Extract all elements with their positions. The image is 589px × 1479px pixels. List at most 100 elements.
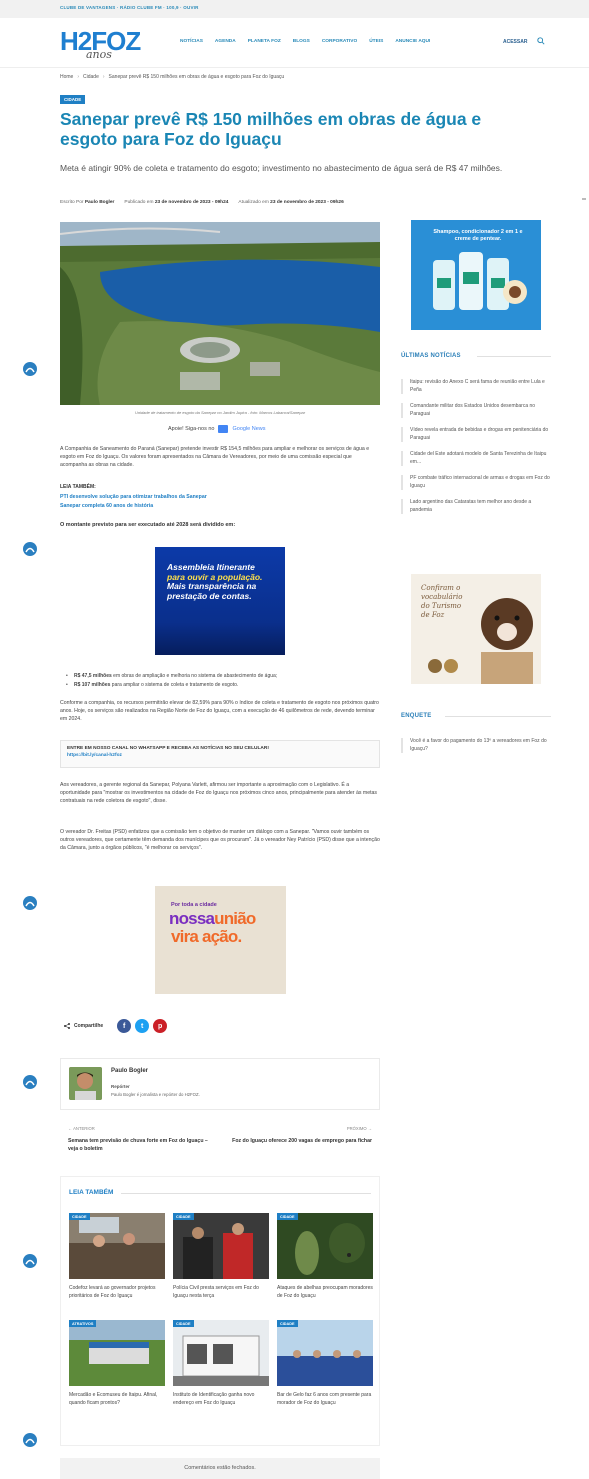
chat-bubble-icon[interactable]	[22, 1432, 38, 1448]
related-card[interactable]: ATRATIVOS Mercadão e Ecomuseu de Itaipu.…	[69, 1320, 165, 1407]
divider	[477, 356, 551, 357]
ad-text: Mais transparência na	[167, 581, 257, 591]
ad-banner-assembleia[interactable]: Assembleia Itinerante para ouvir a popul…	[155, 547, 285, 655]
facebook-icon[interactable]: f	[117, 1019, 132, 1033]
latest-news-item[interactable]: PF combate tráfico internacional de arma…	[401, 475, 551, 490]
logo-subtext: anos	[86, 48, 112, 61]
next-label: PRÓXIMO →	[346, 1126, 372, 1131]
related-card[interactable]: CIDADE Polícia Civil presta serviços em …	[173, 1213, 269, 1300]
leia-tambem-link[interactable]: Sanepar completa 60 anos de história	[60, 503, 153, 509]
category-badge[interactable]: CIDADE	[60, 95, 86, 104]
search-icon[interactable]	[537, 37, 545, 45]
breadcrumb-separator: ›	[77, 74, 80, 80]
related-thumbnail[interactable]: CIDADE	[69, 1213, 165, 1279]
article-hero-image	[60, 222, 380, 405]
author-role: Repórter	[111, 1084, 130, 1089]
related-thumbnail[interactable]: CIDADE	[277, 1320, 373, 1386]
google-news-icon	[218, 425, 229, 433]
scroll-indicator[interactable]	[582, 198, 586, 200]
related-title[interactable]: Instituto de Identificação ganha novo en…	[173, 1392, 269, 1407]
latest-news-item[interactable]: Comandante militar dos Estados Unidos de…	[401, 403, 551, 418]
chat-bubble-icon[interactable]	[22, 1074, 38, 1090]
pinterest-icon[interactable]: p	[153, 1019, 168, 1033]
related-title[interactable]: Codefoz levará ao governador projetos pr…	[69, 1285, 165, 1300]
article-title: Sanepar prevê R$ 150 milhões em obras de…	[60, 109, 482, 149]
article-paragraph: Aos vereadores, a gerente regional da Sa…	[60, 782, 378, 804]
related-card[interactable]: CIDADE Bar de Gelo faz 6 anos com presen…	[277, 1320, 373, 1407]
leia-tambem-label: LEIA TAMBÉM:	[60, 484, 96, 490]
site-header: H2FOZ anos NOTÍCIAS AGENDA PLANETA FOZ B…	[0, 18, 589, 68]
nav-item-planeta-foz[interactable]: PLANETA FOZ	[248, 39, 281, 44]
ad-banner-nossa-uniao[interactable]: Por toda a cidade nossaunião vira ação.	[155, 886, 286, 994]
related-title[interactable]: Ataques de abelhas preocupam moradores d…	[277, 1285, 373, 1300]
author-avatar[interactable]	[69, 1067, 102, 1100]
top-bar: CLUBE DE VANTAGENS · RÁDIO CLUBE FM · 10…	[0, 0, 589, 18]
whatsapp-callout-text: ENTRE EM NOSSO CANAL NO WHATSAPP E RECEB…	[67, 746, 269, 751]
breadcrumb-current: Sanepar prevê R$ 150 milhões em obras de…	[108, 74, 285, 80]
author-name[interactable]: Paulo Bogler	[111, 1068, 148, 1074]
prev-post-link[interactable]: Semana tem previsão de chuva forte em Fo…	[68, 1137, 218, 1153]
ad-text: nossaunião	[169, 909, 256, 928]
related-card[interactable]: CIDADE Instituto de Identificação ganha …	[173, 1320, 269, 1407]
related-title[interactable]: Bar de Gelo faz 6 anos com presente para…	[277, 1392, 373, 1407]
related-card[interactable]: CIDADE Codefoz levará ao governador proj…	[69, 1213, 165, 1300]
article-paragraph: O vereador Dr. Freitas (PSD) enfatizou q…	[60, 829, 380, 851]
chat-bubble-icon[interactable]	[22, 895, 38, 911]
top-bar-links[interactable]: CLUBE DE VANTAGENS · RÁDIO CLUBE FM · 10…	[60, 5, 199, 10]
poll: Você é a favor do pagamento do 13º a ver…	[401, 738, 551, 753]
google-news-follow[interactable]: Apoie! Siga-nos no Google News	[168, 425, 266, 433]
chat-bubble-icon[interactable]	[22, 361, 38, 377]
related-thumbnail[interactable]: CIDADE	[277, 1213, 373, 1279]
ad-text: prestação de contas.	[167, 590, 252, 601]
nav-item-agenda[interactable]: AGENDA	[215, 39, 236, 44]
sidebar-ad-turismo[interactable]: Confiram o vocabulário do Turismo de Foz	[411, 574, 541, 684]
related-badge[interactable]: ATRATIVOS	[69, 1320, 97, 1327]
nav-item-corporativo[interactable]: CORPORATIVO	[322, 39, 357, 44]
related-badge[interactable]: CIDADE	[69, 1213, 90, 1220]
breadcrumb-section[interactable]: Cidade	[83, 74, 99, 80]
sidebar-ad-shampoo[interactable]: Shampoo, condicionador 2 em 1 e creme de…	[411, 220, 541, 330]
chat-bubble-icon[interactable]	[22, 541, 38, 557]
related-title[interactable]: Polícia Civil presta serviços em Foz do …	[173, 1285, 269, 1300]
chat-bubble-icon[interactable]	[22, 1253, 38, 1269]
related-title[interactable]: Mercadão e Ecomuseu de Itaipu. Afinal, q…	[69, 1392, 165, 1407]
related-card[interactable]: CIDADE Ataques de abelhas preocupam mora…	[277, 1213, 373, 1300]
child-photo	[428, 598, 533, 684]
breadcrumb-home[interactable]: Home	[60, 74, 73, 80]
google-news-link[interactable]: Google News	[232, 426, 265, 432]
related-badge[interactable]: CIDADE	[277, 1213, 298, 1220]
ad-text: Assembleia Itinerante	[167, 562, 255, 572]
prev-label: ← ANTERIOR	[68, 1126, 95, 1131]
updated-date: Atualizado em 23 de novembro de 2023 - 0…	[238, 200, 344, 205]
author-byline: Escrito Por Paulo Bogler	[60, 200, 115, 205]
related-thumbnail[interactable]: ATRATIVOS	[69, 1320, 165, 1386]
related-badge[interactable]: CIDADE	[173, 1320, 194, 1327]
ad-text: para ouvir a população.	[167, 571, 263, 582]
latest-news-item[interactable]: Itaipu: revisão do Anexo C será fama de …	[401, 379, 551, 394]
article-meta: Escrito Por Paulo Bogler Publicado em 23…	[60, 200, 344, 205]
article-subtitle: Meta é atingir 90% de coleta e tratament…	[60, 163, 503, 173]
latest-news-item[interactable]: Cidade del Este adotará modelo de Santa …	[401, 451, 551, 466]
nav-item-noticias[interactable]: NOTÍCIAS	[180, 39, 203, 44]
latest-news-item[interactable]: Lado argentino das Cataratas tem melhor …	[401, 499, 551, 514]
article-paragraph: A Companhia de Saneamento do Paraná (San…	[60, 446, 370, 468]
leia-tambem-link[interactable]: PTI desenvolve solução para otimizar tra…	[60, 494, 207, 500]
related-thumbnail[interactable]: CIDADE	[173, 1213, 269, 1279]
nav-item-uteis[interactable]: ÚTEIS	[369, 39, 383, 44]
author-link[interactable]: Paulo Bogler	[85, 200, 115, 205]
whatsapp-link[interactable]: https://bit.ly/canal-h2foz	[67, 753, 373, 758]
comments-closed: Comentários estão fechados.	[60, 1458, 380, 1479]
latest-news-item[interactable]: Vídeo revela entrada de bebidas e drogas…	[401, 427, 551, 442]
related-thumbnail[interactable]: CIDADE	[173, 1320, 269, 1386]
poll-question[interactable]: Você é a favor do pagamento do 13º a ver…	[401, 738, 551, 753]
whatsapp-callout: ENTRE EM NOSSO CANAL NO WHATSAPP E RECEB…	[60, 740, 380, 768]
twitter-icon[interactable]: t	[135, 1019, 150, 1033]
list-item: R$ 107 milhões para ampliar o sistema de…	[66, 681, 277, 690]
related-badge[interactable]: CIDADE	[277, 1320, 298, 1327]
nav-item-blogs[interactable]: BLOGS	[293, 39, 310, 44]
site-logo[interactable]: H2FOZ anos	[60, 24, 142, 62]
next-post-link[interactable]: Foz do Iguaçu oferece 200 vagas de empre…	[212, 1137, 372, 1145]
login-link[interactable]: ACESSAR	[503, 39, 527, 45]
nav-item-anuncie[interactable]: ANUNCIE AQUI	[395, 39, 430, 44]
related-badge[interactable]: CIDADE	[173, 1213, 194, 1220]
